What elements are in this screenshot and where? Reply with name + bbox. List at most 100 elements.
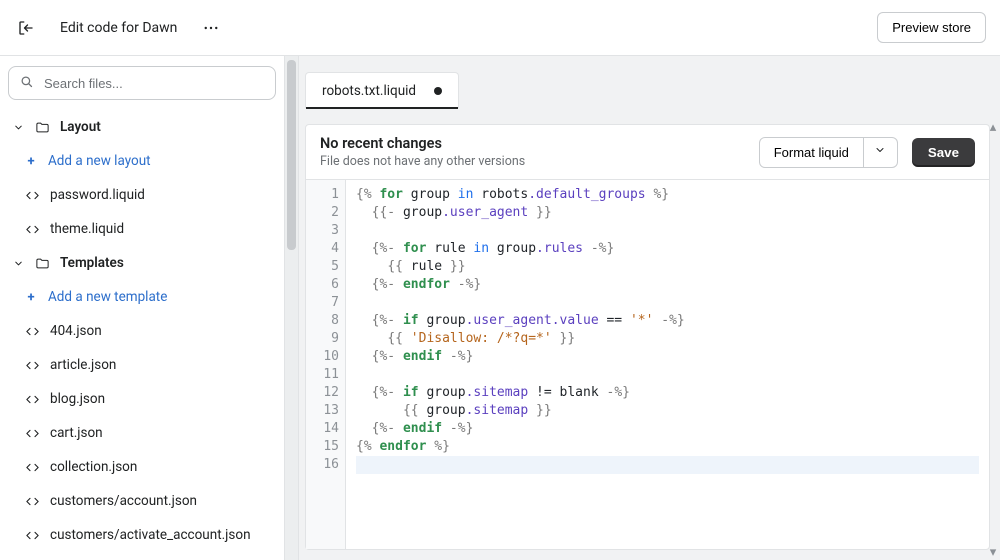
more-icon[interactable]	[199, 16, 223, 40]
code-line: {%- endfor -%}	[356, 276, 979, 294]
file-item[interactable]: password.liquid	[0, 178, 284, 212]
chevron-down-icon	[874, 144, 886, 160]
line-number: 6	[306, 276, 339, 294]
file-item[interactable]: theme.liquid	[0, 212, 284, 246]
code-editor[interactable]: 12345678910111213141516 {% for group in …	[306, 180, 989, 549]
add-layout-row[interactable]: + Add a new layout	[0, 144, 284, 178]
code-content[interactable]: {% for group in robots.default_groups %}…	[346, 180, 989, 549]
file-label: 404.json	[50, 323, 102, 339]
file-label: customers/activate_account.json	[50, 527, 251, 543]
code-line: {% for group in robots.default_groups %}	[356, 186, 979, 204]
file-label: theme.liquid	[50, 221, 124, 237]
save-button[interactable]: Save	[912, 138, 975, 167]
code-line	[356, 294, 979, 312]
scrollbar-thumb[interactable]	[287, 60, 296, 250]
dirty-indicator-icon	[434, 87, 442, 95]
status-sub: File does not have any other versions	[320, 154, 525, 169]
line-number: 2	[306, 204, 339, 222]
format-split-button: Format liquid	[759, 137, 898, 168]
file-tree: Layout + Add a new layout password.liquid th…	[0, 110, 284, 560]
file-item[interactable]: customers/activate_account.json	[0, 518, 284, 552]
line-number: 14	[306, 420, 339, 438]
status-title: No recent changes	[320, 135, 525, 152]
code-line	[356, 222, 979, 240]
file-label: collection.json	[50, 459, 137, 475]
code-file-icon	[24, 493, 40, 509]
line-number: 8	[306, 312, 339, 330]
code-file-icon	[24, 323, 40, 339]
format-dropdown-button[interactable]	[864, 137, 898, 168]
tab-robots[interactable]: robots.txt.liquid	[305, 72, 459, 108]
scroll-up-icon: ▴	[990, 120, 997, 135]
add-templates-row[interactable]: + Add a new template	[0, 280, 284, 314]
preview-button[interactable]: Preview store	[877, 12, 986, 43]
chevron-down-icon	[12, 121, 24, 133]
search-input[interactable]	[42, 75, 265, 92]
line-number: 5	[306, 258, 339, 276]
file-label: cart.json	[50, 425, 103, 441]
topbar: Edit code for Dawn Preview store	[0, 0, 1000, 56]
line-number: 3	[306, 222, 339, 240]
line-gutter: 12345678910111213141516	[306, 180, 346, 549]
line-number: 7	[306, 294, 339, 312]
file-item[interactable]: blog.json	[0, 382, 284, 416]
file-item[interactable]: cart.json	[0, 416, 284, 450]
line-number: 10	[306, 348, 339, 366]
search-input-wrap[interactable]	[8, 66, 276, 100]
plus-icon: +	[24, 154, 38, 168]
code-line: {%- if group.user_agent.value == '*' -%}	[356, 312, 979, 330]
page-title: Edit code for Dawn	[60, 20, 177, 36]
search-icon	[19, 74, 34, 93]
code-line: {%- endif -%}	[356, 420, 979, 438]
code-line: {%- for rule in group.rules -%}	[356, 240, 979, 258]
code-file-icon	[24, 221, 40, 237]
file-sidebar: Layout + Add a new layout password.liquid th…	[0, 56, 285, 560]
line-number: 13	[306, 402, 339, 420]
tab-label: robots.txt.liquid	[322, 83, 416, 99]
line-number: 9	[306, 330, 339, 348]
file-label: customers/account.json	[50, 493, 197, 509]
folder-icon	[34, 119, 50, 135]
editor-status-row: No recent changes File does not have any…	[306, 125, 989, 180]
section-header-templates[interactable]: Templates	[0, 246, 284, 280]
plus-icon: +	[24, 290, 38, 304]
add-label: Add a new layout	[48, 153, 151, 169]
folder-icon	[34, 255, 50, 271]
line-number: 12	[306, 384, 339, 402]
code-line: {{ group.sitemap }}	[356, 402, 979, 420]
file-label: article.json	[50, 357, 116, 373]
format-button[interactable]: Format liquid	[759, 137, 864, 168]
sidebar-scrollbar[interactable]	[285, 56, 299, 560]
section-label: Layout	[60, 119, 101, 135]
editor-area: robots.txt.liquid No recent changes File…	[285, 56, 1000, 560]
line-number: 16	[306, 456, 339, 474]
line-number: 11	[306, 366, 339, 384]
code-file-icon	[24, 459, 40, 475]
code-line: {%- if group.sitemap != blank -%}	[356, 384, 979, 402]
code-line: {% endfor %}	[356, 438, 979, 456]
file-label: blog.json	[50, 391, 105, 407]
code-line: {{ 'Disallow: /*?q=*' }}	[356, 330, 979, 348]
file-label: password.liquid	[50, 187, 145, 203]
code-line: {{ rule }}	[356, 258, 979, 276]
chevron-down-icon	[12, 257, 24, 269]
code-file-icon	[24, 357, 40, 373]
line-number: 15	[306, 438, 339, 456]
back-icon[interactable]	[14, 16, 38, 40]
scroll-down-icon: ▾	[990, 545, 997, 560]
editor-tabs: robots.txt.liquid	[305, 72, 990, 108]
section-label: Templates	[60, 255, 124, 271]
line-number: 4	[306, 240, 339, 258]
code-file-icon	[24, 425, 40, 441]
file-item[interactable]: customers/account.json	[0, 484, 284, 518]
file-item[interactable]: 404.json	[0, 314, 284, 348]
section-header-layout[interactable]: Layout	[0, 110, 284, 144]
file-item[interactable]: article.json	[0, 348, 284, 382]
code-line: {%- endif -%}	[356, 348, 979, 366]
code-file-icon	[24, 187, 40, 203]
line-number: 1	[306, 186, 339, 204]
file-item[interactable]: collection.json	[0, 450, 284, 484]
add-label: Add a new template	[48, 289, 167, 305]
code-file-icon	[24, 391, 40, 407]
code-file-icon	[24, 527, 40, 543]
